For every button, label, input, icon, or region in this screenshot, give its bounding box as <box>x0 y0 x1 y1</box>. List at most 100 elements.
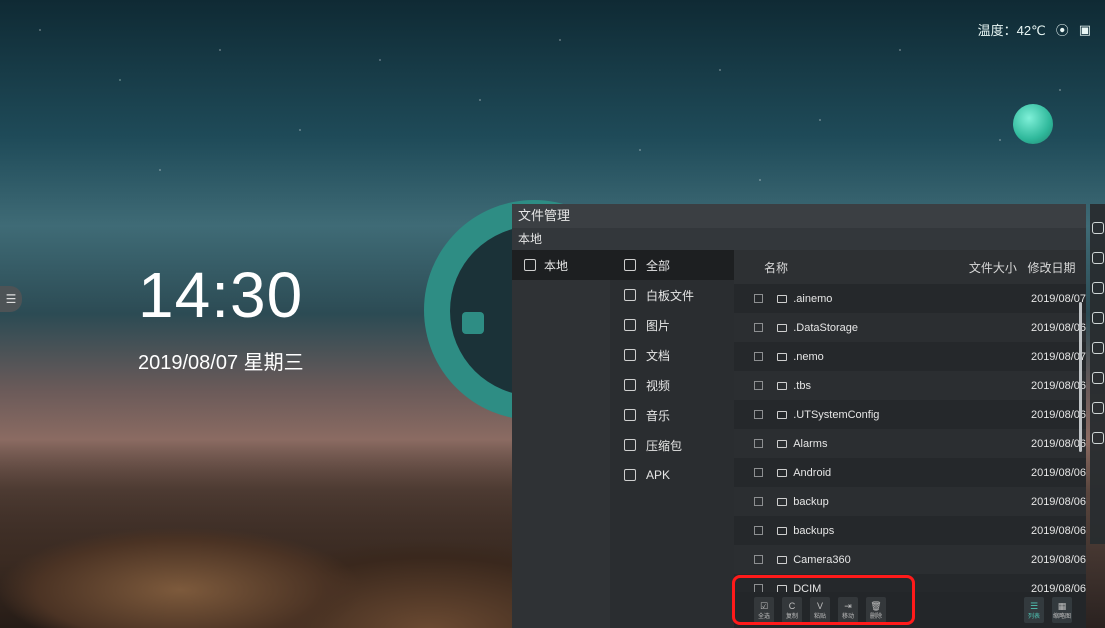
music-icon <box>624 409 636 421</box>
highlight-annotation <box>732 575 915 625</box>
file-row[interactable]: Android 2019/08/06 <box>734 458 1086 487</box>
file-manager-window: 文件管理 本地 本地 全部 白板文件 图片 文档 视频 音乐 压缩包 APK 名… <box>512 204 1086 628</box>
desert-hills <box>0 440 560 628</box>
row-checkbox[interactable] <box>754 555 763 564</box>
category-label: 音乐 <box>646 408 671 423</box>
category-label: 压缩包 <box>646 438 683 453</box>
category-documents[interactable]: 文档 <box>610 340 734 370</box>
file-date: 2019/08/06 <box>1030 379 1087 392</box>
category-label: APK <box>646 468 671 482</box>
file-list: .ainemo 2019/08/07 .DataStorage 2019/08/06… <box>734 284 1086 603</box>
row-checkbox[interactable] <box>754 294 763 303</box>
file-date: 2019/08/06 <box>1030 553 1087 566</box>
file-name: backups <box>793 524 835 537</box>
left-side-toolbar-tab[interactable]: ☰ <box>0 286 22 312</box>
category-apk[interactable]: APK <box>610 460 734 490</box>
file-name: .UTSystemConfig <box>793 408 880 421</box>
file-list-header: 名称 文件大小 修改日期 <box>734 250 1086 284</box>
back-icon[interactable] <box>1092 252 1104 264</box>
row-checkbox[interactable] <box>754 381 763 390</box>
category-label: 图片 <box>646 318 671 333</box>
thumbnail-view-button[interactable]: ▦ 缩略图 <box>1052 597 1072 623</box>
file-name: backup <box>793 495 829 508</box>
file-name: .nemo <box>793 350 824 363</box>
calendar-icon[interactable] <box>462 312 484 334</box>
category-images[interactable]: 图片 <box>610 310 734 340</box>
row-checkbox[interactable] <box>754 323 763 332</box>
category-all[interactable]: 全部 <box>610 250 734 280</box>
display-icon[interactable] <box>1092 372 1104 384</box>
file-date: 2019/08/06 <box>1030 408 1087 421</box>
home-icon[interactable] <box>1092 282 1104 294</box>
category-panel: 全部 白板文件 图片 文档 视频 音乐 压缩包 APK <box>610 250 734 628</box>
clock-date: 2019/08/07 星期三 <box>138 352 304 374</box>
category-archives[interactable]: 压缩包 <box>610 430 734 460</box>
file-row[interactable]: .DataStorage 2019/08/06 <box>734 313 1086 342</box>
image-icon <box>624 319 636 331</box>
file-row[interactable]: .nemo 2019/08/07 <box>734 342 1086 371</box>
list-view-button[interactable]: ☰ 列表 <box>1024 597 1044 623</box>
folder-icon <box>776 294 788 303</box>
file-name: .DataStorage <box>793 321 859 334</box>
row-checkbox[interactable] <box>754 526 763 535</box>
folder-icon[interactable] <box>1092 342 1104 354</box>
category-label: 全部 <box>646 258 671 273</box>
floating-ball-button[interactable] <box>1013 104 1053 144</box>
folder-icon <box>776 323 788 332</box>
row-checkbox[interactable] <box>754 410 763 419</box>
computer-icon <box>524 259 536 271</box>
location-label: 本地 <box>544 258 569 273</box>
file-list-scrollbar[interactable] <box>1079 302 1082 452</box>
settings-icon[interactable] <box>1092 312 1104 324</box>
file-date: 2019/08/06 <box>1030 524 1087 537</box>
view-mode-group: ☰ 列表 ▦ 缩略图 <box>1024 597 1080 623</box>
right-side-dock <box>1090 204 1105 544</box>
wifi-hotspot-icon[interactable]: ⦿ <box>1056 20 1069 39</box>
button-label: 缩略图 <box>1052 613 1071 620</box>
category-label: 文档 <box>646 348 671 363</box>
file-row[interactable]: Alarms 2019/08/06 <box>734 429 1086 458</box>
monitor-icon[interactable] <box>1092 402 1104 414</box>
location-local[interactable]: 本地 <box>512 250 610 280</box>
file-list-panel: 名称 文件大小 修改日期 .ainemo 2019/08/07 .DataStor… <box>734 250 1086 628</box>
screen-cast-icon[interactable]: ▣ <box>1079 22 1091 38</box>
category-music[interactable]: 音乐 <box>610 400 734 430</box>
folder-icon <box>776 497 788 506</box>
file-row[interactable]: Camera360 2019/08/06 <box>734 545 1086 574</box>
file-date: 2019/08/06 <box>1030 495 1087 508</box>
folder-icon <box>776 526 788 535</box>
power-icon[interactable] <box>1092 432 1104 444</box>
location-panel: 本地 <box>512 250 610 628</box>
file-name: Camera360 <box>793 553 851 566</box>
row-checkbox[interactable] <box>754 352 763 361</box>
menu-icon[interactable] <box>1092 222 1104 234</box>
file-name: Alarms <box>793 437 828 450</box>
file-name: Android <box>793 466 832 479</box>
folder-icon <box>776 468 788 477</box>
button-label: 列表 <box>1027 613 1040 620</box>
file-row[interactable]: .ainemo 2019/08/07 <box>734 284 1086 313</box>
file-row[interactable]: .tbs 2019/08/06 <box>734 371 1086 400</box>
file-date: 2019/08/06 <box>1030 466 1087 479</box>
folder-icon <box>776 439 788 448</box>
file-row[interactable]: backup 2019/08/06 <box>734 487 1086 516</box>
folder-icon <box>776 381 788 390</box>
category-videos[interactable]: 视频 <box>610 370 734 400</box>
list-icon: ☰ <box>1029 600 1039 611</box>
temperature-label: 温度：42℃ <box>977 23 1046 38</box>
column-date[interactable]: 修改日期 <box>1027 259 1086 276</box>
folder-icon <box>776 352 788 361</box>
file-row[interactable]: .UTSystemConfig 2019/08/06 <box>734 400 1086 429</box>
file-row[interactable]: backups 2019/08/06 <box>734 516 1086 545</box>
video-icon <box>624 379 636 391</box>
row-checkbox[interactable] <box>754 439 763 448</box>
column-name[interactable]: 名称 <box>734 259 969 276</box>
category-whiteboard[interactable]: 白板文件 <box>610 280 734 310</box>
file-name: .ainemo <box>793 292 833 305</box>
category-label: 视频 <box>646 378 671 393</box>
row-checkbox[interactable] <box>754 497 763 506</box>
row-checkbox[interactable] <box>754 468 763 477</box>
folder-icon <box>776 410 788 419</box>
whiteboard-icon <box>624 289 636 301</box>
column-size[interactable]: 文件大小 <box>969 259 1028 276</box>
